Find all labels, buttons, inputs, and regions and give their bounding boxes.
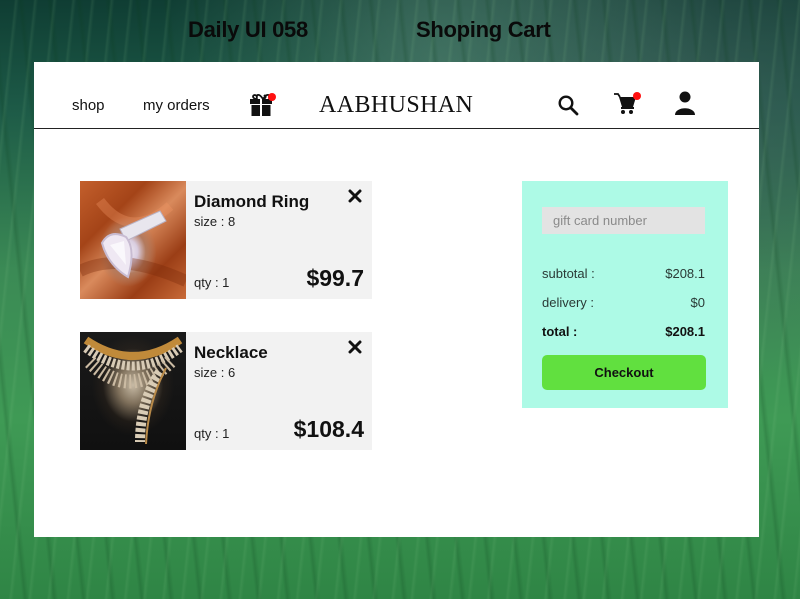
delivery-label: delivery : <box>542 295 595 310</box>
product-image-diamond-ring[interactable] <box>80 181 186 299</box>
item-size: size : 6 <box>194 365 236 380</box>
top-nav: shop my orders AABHUSHAN <box>34 62 759 129</box>
item-name: Diamond Ring <box>194 192 310 211</box>
page-title-daily-ui: Daily UI 058 <box>188 17 308 42</box>
total-value: $208.1 <box>665 324 705 339</box>
item-quantity[interactable]: qty : 1 <box>194 426 229 441</box>
gift-notification-badge <box>268 93 276 101</box>
close-icon[interactable] <box>348 340 362 354</box>
subtotal-label: subtotal : <box>542 266 595 281</box>
subtotal-row: subtotal : $208.1 <box>542 266 705 281</box>
item-name: Necklace <box>194 343 268 362</box>
item-price: $99.7 <box>306 265 364 291</box>
checkout-button[interactable]: Checkout <box>542 355 706 390</box>
nav-link-my-orders[interactable]: my orders <box>143 97 210 114</box>
order-summary: subtotal : $208.1 delivery : $0 total : … <box>522 181 728 408</box>
cart-notification-badge <box>633 92 641 100</box>
search-icon[interactable] <box>557 94 579 116</box>
cart-icon[interactable] <box>614 92 642 116</box>
nav-link-shop[interactable]: shop <box>72 97 105 114</box>
cart-item: Diamond Ring size : 8 qty : 1 $99.7 <box>80 181 372 299</box>
close-icon[interactable] <box>348 189 362 203</box>
page-title-shopping-cart: Shoping Cart <box>416 17 551 42</box>
shop-panel: shop my orders AABHUSHAN Diamond Ring si… <box>34 62 759 537</box>
product-image-necklace[interactable] <box>80 332 186 450</box>
gift-card-input[interactable] <box>542 207 705 234</box>
subtotal-value: $208.1 <box>665 266 705 281</box>
delivery-row: delivery : $0 <box>542 295 705 310</box>
delivery-value: $0 <box>690 295 705 310</box>
item-quantity[interactable]: qty : 1 <box>194 275 229 290</box>
total-row: total : $208.1 <box>542 324 705 339</box>
item-size: size : 8 <box>194 214 236 229</box>
total-label: total : <box>542 324 578 339</box>
brand-logo[interactable]: AABHUSHAN <box>319 92 473 119</box>
gift-icon[interactable] <box>249 93 277 117</box>
item-price: $108.4 <box>293 416 364 442</box>
cart-item: Necklace size : 6 qty : 1 $108.4 <box>80 332 372 450</box>
user-icon[interactable] <box>675 91 695 116</box>
